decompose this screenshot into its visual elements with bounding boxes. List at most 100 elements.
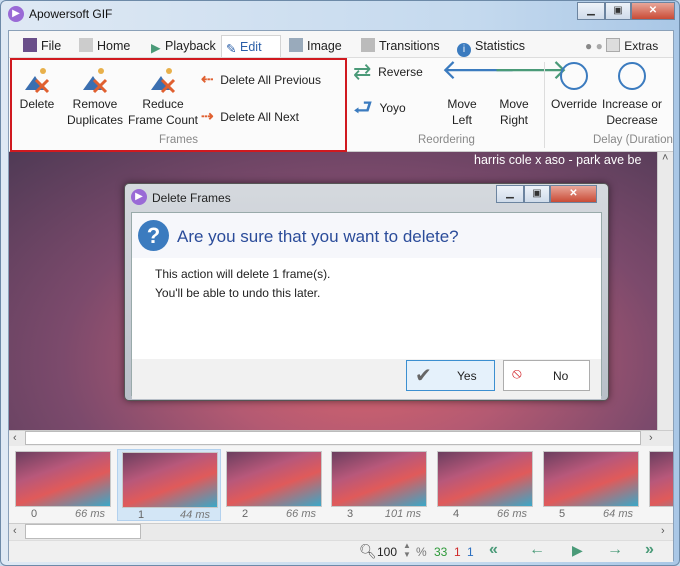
frame-index: 5 [559,508,566,520]
remove-duplicates-button[interactable]: Remove Duplicates [63,64,127,128]
frame-image [122,452,218,508]
scroll-left-icon[interactable]: ‹ [13,525,17,537]
clock-plus-minus-icon [618,62,646,90]
zoom-value[interactable]: 100 [377,545,397,559]
no-button[interactable]: ⦸ No [503,360,590,391]
zoom-spinner[interactable]: ▲ ▼ [403,541,411,559]
no-label: No [553,369,569,383]
frame-thumb[interactable]: 2 66 ms [222,449,326,521]
vertical-scrollbar[interactable]: ˄ [657,152,673,430]
extras-label: Extras [624,39,659,53]
tab-edit[interactable]: ✎ Edit [221,35,281,57]
override-button[interactable]: Override [549,62,599,112]
yoyo-icon: ⮐ [353,95,373,120]
move-left-button[interactable]: 🡐 Move Left [441,56,516,128]
delete-all-next-label: Delete All Next [220,110,299,124]
canvas-horizontal-scrollbar[interactable]: ‹ › [9,430,673,446]
delay-group-label: Delay (Duration) [593,134,673,146]
frame-thumb-selected[interactable]: 1 44 ms [117,449,221,521]
user-icon: ● [585,39,593,53]
frame-image [543,451,639,507]
delete-frames-dialog: ▶ Delete Frames ▁ ▣ ✕ ? Are you sure tha… [124,183,609,401]
frame-count: 33 [434,545,448,559]
move-right-label-1: Move [499,97,529,111]
frame-index: 1 [138,509,145,521]
previous-frame-button[interactable]: ← [529,541,545,559]
move-right-label-2: Right [499,113,528,127]
dialog-message-line2: You'll be able to undo this later. [155,286,321,300]
extras-button[interactable]: ● ● Extras [581,35,662,57]
home-icon [79,38,93,52]
app-logo-icon: ▶ [8,6,24,22]
frame-thumb[interactable]: 0 66 ms [11,449,115,521]
current-frame: 1 [467,545,474,559]
arrow-right-dashed-icon: ⇢ [201,108,214,125]
delete-button[interactable]: Delete [15,64,59,112]
scroll-thumb[interactable] [25,524,141,539]
frame-thumb-partial[interactable] [645,449,673,521]
reordering-group-label: Reordering [418,134,475,146]
yoyo-label: Yoyo [379,101,406,115]
checkmark-icon: ✔ [415,365,432,387]
tab-playback[interactable]: ▶ Playback [147,35,220,57]
tab-file[interactable]: File [19,35,65,57]
scroll-right-icon[interactable]: › [649,432,653,444]
delete-frame-icon [22,64,52,94]
remove-duplicates-label-2: Duplicates [66,113,124,127]
first-frame-button[interactable]: « [489,541,498,559]
status-bar: 🔍︎ 100 ▲ ▼ % 33 1 1 « ← ▶ → » [9,540,673,562]
frame-thumb[interactable]: 5 64 ms [539,449,643,521]
frame-delay: 44 ms [180,509,210,521]
ribbon: Delete Remove Duplicates Reduce Frame Coun… [9,56,673,152]
tab-label: Edit [240,40,262,54]
scroll-up-icon[interactable]: ˄ [662,152,668,164]
tab-label: Home [97,39,131,53]
override-label: Override [550,97,597,111]
reverse-label: Reverse [378,65,423,79]
reduce-frame-count-button[interactable]: Reduce Frame Count [127,64,199,128]
tab-image[interactable]: Image [285,35,346,57]
delete-all-previous-button[interactable]: ⇠ Delete All Previous [201,72,321,88]
play-button[interactable]: ▶ [572,542,583,559]
dialog-app-icon: ▶ [131,189,147,205]
scroll-left-icon[interactable]: ‹ [13,432,17,444]
increase-decrease-button[interactable]: Increase or Decrease [599,62,665,128]
tab-label: File [41,39,62,53]
play-icon: ▶ [151,41,161,55]
remove-duplicates-icon [80,64,110,94]
delete-all-next-button[interactable]: ⇢ Delete All Next [201,109,299,125]
minimize-button[interactable]: ▁ [577,2,605,20]
scroll-right-icon[interactable]: › [661,525,665,537]
move-right-button[interactable]: 🡒 Move Right [493,56,568,128]
dialog-maximize-button[interactable]: ▣ [524,185,550,203]
frame-thumb[interactable]: 3 101 ms [327,449,431,521]
frames-horizontal-scrollbar[interactable]: ‹ › [9,523,673,540]
zoom-icon: 🔍︎ [359,543,377,559]
reverse-button[interactable]: ⇄ Reverse [353,61,423,83]
reverse-icon: ⇄ [353,59,372,84]
no-entry-icon: ⦸ [512,365,522,382]
yoyo-button[interactable]: ⮐ Yoyo [353,97,406,119]
frame-index: 0 [31,508,38,520]
close-button[interactable]: ✕ [631,2,675,20]
tab-label: Playback [165,39,216,53]
chat-icon: ● [595,39,603,53]
move-left-label-2: Left [451,113,472,127]
scroll-thumb[interactable] [25,431,641,445]
dialog-minimize-button[interactable]: ▁ [496,185,524,203]
frame-image [649,451,673,507]
next-frame-button[interactable]: → [607,541,623,559]
maximize-button[interactable]: ▣ [605,2,631,20]
yes-button[interactable]: ✔ Yes [406,360,495,391]
tab-home[interactable]: Home [75,35,134,57]
save-icon [23,38,37,52]
frame-strip: 0 66 ms 1 44 ms 2 66 ms 3 101 ms 4 66 ms 5 64 … [9,446,673,523]
frame-thumb[interactable]: 4 66 ms [433,449,537,521]
last-frame-button[interactable]: » [645,541,654,559]
dialog-close-button[interactable]: ✕ [550,185,597,203]
frame-index: 2 [242,508,249,520]
frame-delay: 64 ms [603,508,633,520]
tab-transitions[interactable]: Transitions [357,35,444,57]
app-window: ▶ Apowersoft GIF ▁ ▣ ✕ File Home ▶ Playba… [0,0,680,566]
selected-count: 1 [454,545,461,559]
